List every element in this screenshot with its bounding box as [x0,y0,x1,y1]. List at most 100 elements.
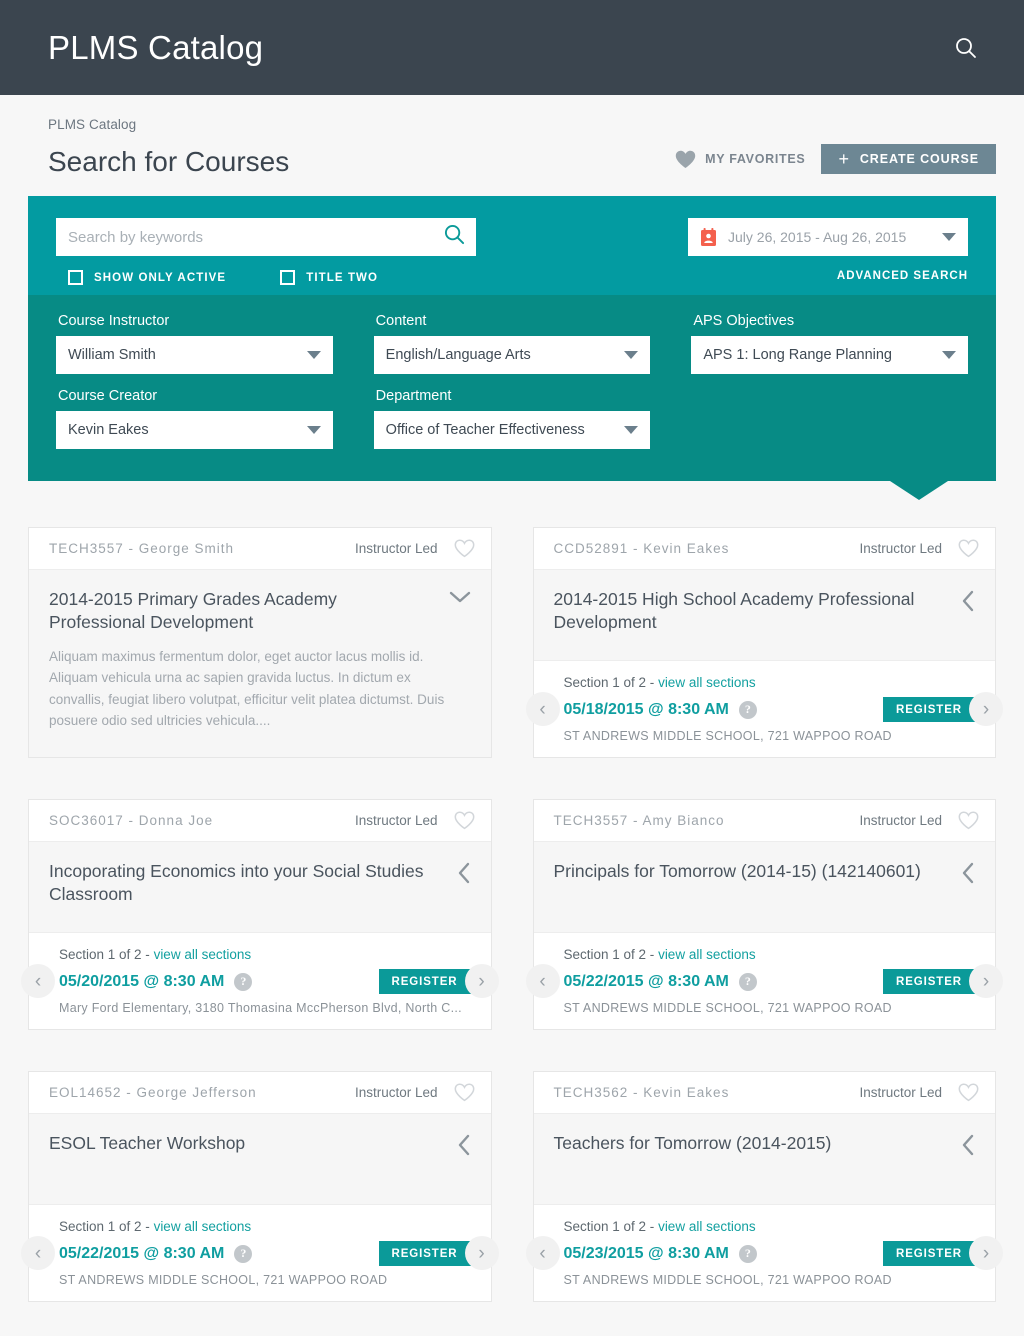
chevron-left-icon [458,862,469,884]
card-spacer [534,1178,996,1204]
advanced-search-link[interactable]: ADVANCED SEARCH [837,270,968,282]
next-section-button[interactable]: › [464,964,499,998]
course-delivery-type: Instructor Led [859,813,942,828]
favorite-toggle-button[interactable] [454,1083,475,1102]
favorite-toggle-button[interactable] [454,811,475,830]
section-count-line: Section 1 of 2 - view all sections [564,1219,976,1234]
filter-row-1: Course Instructor William Smith Content … [56,313,969,374]
favorite-toggle-button[interactable] [958,1083,979,1102]
expand-toggle-button[interactable] [449,588,471,604]
select-value: English/Language Arts [385,347,531,363]
view-all-sections-link[interactable]: view all sections [154,1219,252,1234]
aps-objectives-select[interactable]: APS 1: Long Range Planning [691,336,969,374]
search-submit-button[interactable] [444,224,465,250]
next-section-button[interactable]: › [464,1236,499,1270]
filter-department: Department Office of Teacher Effectivene… [373,388,651,449]
page-header-actions: MY FAVORITES + CREATE COURSE [675,144,996,178]
course-title-row: ESOL Teacher Workshop [29,1114,491,1178]
filter-label: Course Creator [58,388,158,404]
my-favorites-button[interactable]: MY FAVORITES [675,150,805,169]
section-count-text: Section 1 of 2 - [563,675,659,690]
view-all-sections-link[interactable]: view all sections [658,1219,756,1234]
department-select[interactable]: Office of Teacher Effectiveness [373,411,651,449]
course-title: ESOL Teacher Workshop [49,1133,246,1153]
prev-section-button[interactable]: ‹ [21,964,55,998]
create-course-button[interactable]: + CREATE COURSE [821,144,996,174]
search-panel-top-left: SHOW ONLY ACTIVE TITLE TWO [56,218,476,285]
view-all-sections-link[interactable]: view all sections [658,675,756,690]
next-section-button[interactable]: › [969,692,1003,726]
course-creator-select[interactable]: Kevin Eakes [56,411,333,449]
header-search-button[interactable] [946,28,986,68]
course-instructor-select[interactable]: William Smith [56,336,333,374]
prev-section-button[interactable]: ‹ [525,1236,560,1270]
chevron-down-icon [942,351,957,359]
course-card[interactable]: SOC36017 - Donna Joe Instructor Led Inco… [21,799,499,1030]
section-location: ST ANDREWS MIDDLE SCHOOL, 721 WAPPOO ROA… [563,1001,892,1015]
favorite-toggle-button[interactable] [454,539,475,558]
chevron-left-icon [962,590,974,612]
view-all-sections-link[interactable]: view all sections [658,947,756,962]
prev-section-button[interactable]: ‹ [525,964,560,998]
prev-section-button[interactable]: ‹ [21,1236,55,1270]
register-button[interactable]: REGISTER [883,969,975,994]
next-section-button[interactable]: › [969,1236,1003,1270]
help-icon[interactable]: ? [234,1244,253,1263]
filter-label: Content [375,313,427,329]
course-card[interactable]: TECH3562 - Kevin Eakes Instructor Led Te… [525,1071,1003,1302]
create-course-label: CREATE COURSE [859,152,979,166]
next-section-button[interactable]: › [969,964,1003,998]
view-all-sections-link[interactable]: view all sections [154,947,252,962]
course-code: CCD52891 - Kevin Eakes [553,541,730,556]
course-card[interactable]: TECH3557 - Amy Bianco Instructor Led Pri… [525,799,1003,1030]
expand-toggle-button[interactable] [457,860,471,884]
search-input[interactable] [56,218,476,256]
favorite-toggle-button[interactable] [958,539,979,558]
course-card[interactable]: EOL14652 - George Jefferson Instructor L… [21,1071,499,1302]
expand-toggle-button[interactable] [457,1132,471,1156]
section-count-line: Section 1 of 2 - view all sections [59,947,471,962]
favorite-toggle-button[interactable] [958,811,979,830]
checkbox-show-only-active[interactable]: SHOW ONLY ACTIVE [68,270,226,285]
date-range-value: July 26, 2015 - Aug 26, 2015 [728,229,907,245]
course-card[interactable]: CCD52891 - Kevin Eakes Instructor Led 20… [525,527,1003,758]
help-icon[interactable]: ? [738,700,757,719]
help-icon[interactable]: ? [738,1244,757,1263]
section-datetime: 05/20/2015 @ 8:30 AM [59,972,225,990]
course-card-header: TECH3557 - Amy Bianco Instructor Led [533,800,995,842]
section-datetime-wrap: 05/22/2015 @ 8:30 AM ? [564,972,757,991]
course-title: Incoporating Economics into your Social … [49,861,424,904]
course-section-bar: ‹ › Section 1 of 2 - view all sections 0… [525,932,1003,1029]
help-icon[interactable]: ? [738,972,757,991]
page-title: Search for Courses [48,146,290,178]
content-select[interactable]: English/Language Arts [373,336,651,374]
checkbox-title-two[interactable]: TITLE TWO [280,270,378,285]
app-title: PLMS Catalog [48,28,264,66]
course-description: Aliquam maximus fermentum dolor, eget au… [49,649,445,728]
chevron-left-icon [962,1134,974,1156]
course-title: 2014-2015 High School Academy Profession… [553,589,915,632]
course-code: TECH3562 - Kevin Eakes [553,1085,730,1100]
date-range-picker[interactable]: July 26, 2015 - Aug 26, 2015 [688,218,968,256]
section-main-row: 05/23/2015 @ 8:30 AM ? REGISTER [564,1241,975,1266]
expand-toggle-button[interactable] [961,860,975,884]
prev-section-button[interactable]: ‹ [525,692,560,726]
course-card[interactable]: TECH3557 - George Smith Instructor Led 2… [28,527,492,758]
breadcrumb[interactable]: PLMS Catalog [28,95,996,132]
section-main-row: 05/20/2015 @ 8:30 AM ? REGISTER [59,969,471,994]
course-code: EOL14652 - George Jefferson [49,1085,257,1100]
register-button[interactable]: REGISTER [883,697,975,722]
register-button[interactable]: REGISTER [378,969,471,994]
help-icon[interactable]: ? [234,972,253,991]
section-main-row: 05/18/2015 @ 8:30 AM ? REGISTER [564,697,975,722]
section-location: ST ANDREWS MIDDLE SCHOOL, 721 WAPPOO ROA… [563,1273,892,1287]
register-button[interactable]: REGISTER [883,1241,975,1266]
filter-aps-objectives: APS Objectives APS 1: Long Range Plannin… [691,313,969,374]
expand-toggle-button[interactable] [961,1132,975,1156]
course-title-row: Teachers for Tomorrow (2014-2015) [534,1114,996,1178]
register-button[interactable]: REGISTER [378,1241,471,1266]
section-count-text: Section 1 of 2 - [563,1219,659,1234]
expand-toggle-button[interactable] [961,588,975,612]
course-card-header: EOL14652 - George Jefferson Instructor L… [29,1072,491,1114]
panel-collapse-pointer[interactable] [890,481,948,500]
